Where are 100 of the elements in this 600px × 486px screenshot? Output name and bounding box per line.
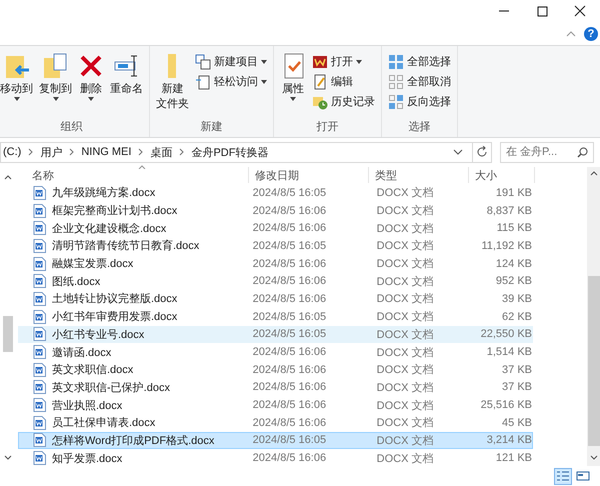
maximize-icon <box>536 6 548 16</box>
ribbon-button[interactable]: 属性 <box>278 50 308 119</box>
table-cell-text: 62 KB <box>501 310 532 323</box>
file-name: 图纸.docx <box>52 274 102 289</box>
ribbon-button[interactable]: 打开 <box>310 52 377 71</box>
search-field[interactable]: 在 金舟P... <box>500 142 594 162</box>
file-name: 英文求职信.docx <box>52 362 134 378</box>
word-document-icon <box>33 186 46 200</box>
breadcrumb[interactable]: NING MEI <box>81 146 132 158</box>
table-cell-text: DOCX 文档 <box>376 256 434 272</box>
scrollbar-thumb[interactable] <box>3 316 13 352</box>
new-folder-button[interactable]: 新建 文件夹 <box>154 50 191 119</box>
scroll-down-icon[interactable] <box>590 455 598 460</box>
scrollbar-thumb[interactable] <box>588 276 600 446</box>
file-row[interactable]: 英文求职信.docx 2024/8/5 16:06 DOCX 文档 37 KB <box>18 360 533 379</box>
file-row[interactable]: 框架完整商业计划书.docx 2024/8/5 16:06 DOCX 文档 8,837 KB <box>18 202 533 220</box>
file-name: 企业文化建设概念.docx <box>52 222 168 236</box>
ribbon-button[interactable]: 新建项目 <box>193 52 269 71</box>
ribbon-button[interactable]: 全部选择 <box>386 52 453 71</box>
table-cell-text: 1,514 KB <box>486 346 532 358</box>
ribbon-button[interactable]: 全部取消 <box>386 72 453 91</box>
word-document-icon <box>33 310 46 324</box>
table-cell-text: DOCX 文档 <box>376 222 434 236</box>
file-row[interactable]: 企业文化建设概念.docx 2024/8/5 16:06 DOCX 文档 115 KB <box>18 219 533 238</box>
breadcrumb[interactable]: 桌面 <box>150 144 172 160</box>
table-cell-text: 25,516 KB <box>480 399 532 412</box>
file-name: 员工社保申请表.docx <box>52 416 156 430</box>
file-row[interactable]: 知乎发票.docx 2024/8/5 16:06 DOCX 文档 121 KB <box>18 449 533 467</box>
file-row[interactable]: 融媒宝发票.docx 2024/8/5 16:06 DOCX 文档 124 KB <box>18 254 533 272</box>
details-view-button[interactable] <box>554 468 572 484</box>
file-name: 清明节踏青传统节日教育.docx <box>52 238 200 254</box>
word-document-icon <box>33 238 46 253</box>
table-cell-text: 2024/8/5 16:05 <box>252 310 328 323</box>
word-document-icon <box>33 292 46 306</box>
table-cell-text: DOCX 文档 <box>376 186 434 200</box>
table-cell-text: DOCX 文档 <box>376 452 434 466</box>
chevron-icon <box>28 148 34 156</box>
delete-icon <box>78 53 104 79</box>
table-cell-text: DOCX 文档 <box>376 238 434 254</box>
column-header[interactable]: 修改日期 <box>249 167 369 183</box>
help-button[interactable]: ? <box>584 26 598 40</box>
scroll-up-icon[interactable] <box>4 175 12 180</box>
breadcrumb[interactable]: (C:) <box>3 146 22 158</box>
ribbon-button[interactable]: 轻松访问 <box>193 72 269 91</box>
column-header[interactable]: 大小 <box>469 167 535 183</box>
chevron-icon <box>179 148 184 156</box>
ribbon-button[interactable]: 重命名 <box>108 50 145 119</box>
table-cell-text: 2024/8/5 16:06 <box>252 292 328 305</box>
ribbon-button[interactable]: 删除 <box>76 50 106 119</box>
new-item-icon <box>195 54 211 70</box>
file-row[interactable]: 九年级跳绳方案.docx 2024/8/5 16:05 DOCX 文档 191 KB <box>18 184 533 202</box>
ribbon-button[interactable]: 编辑 <box>310 72 377 91</box>
table-cell-text: 2024/8/5 16:05 <box>252 186 328 199</box>
file-name: 框架完整商业计划书.docx <box>52 204 178 218</box>
column-header[interactable]: 名称 <box>18 167 249 183</box>
file-row[interactable]: 小红书专业号.docx 2024/8/5 16:05 DOCX 文档 22,550 KB <box>18 326 533 344</box>
table-cell-text: 2024/8/5 16:06 <box>252 222 328 234</box>
breadcrumb[interactable]: 用户 <box>40 144 62 160</box>
file-row[interactable]: 怎样将Word打印成PDF格式.docx 2024/8/5 16:05 DOCX 文档 3,214 KB <box>18 432 533 450</box>
scroll-down-icon[interactable] <box>4 455 12 460</box>
folder-copy-icon <box>42 53 68 79</box>
folder-icon <box>168 53 178 79</box>
column-header[interactable]: 类型 <box>369 167 469 183</box>
app-icon <box>312 54 328 70</box>
ribbon-button[interactable]: 反向选择 <box>386 92 453 111</box>
word-document-icon <box>33 327 46 342</box>
table-cell-text: DOCX 文档 <box>376 310 434 324</box>
scroll-up-icon[interactable] <box>590 171 598 176</box>
group-label: 选择 <box>408 120 432 134</box>
ribbon-button[interactable]: 移动到 <box>0 50 35 119</box>
file-name: 怎样将Word打印成PDF格式.docx <box>52 434 216 448</box>
file-name: 九年级跳绳方案.docx <box>52 186 156 200</box>
ribbon-button[interactable]: 历史记录 <box>310 92 377 111</box>
file-row[interactable]: 小红书年审费用发票.docx 2024/8/5 16:05 DOCX 文档 62 KB <box>18 308 533 326</box>
invert-selection-icon <box>388 94 404 110</box>
file-row[interactable]: 员工社保申请表.docx 2024/8/5 16:06 DOCX 文档 45 KB <box>18 414 533 432</box>
address-bar[interactable]: (C:) 用户 NING MEI 桌面 金舟PDF转换器 <box>0 142 492 162</box>
table-cell-text: 37 KB <box>501 381 532 394</box>
file-row[interactable]: 英文求职信-已保护.docx 2024/8/5 16:06 DOCX 文档 37 KB <box>18 378 533 396</box>
table-cell-text: DOCX 文档 <box>376 380 434 395</box>
file-row[interactable]: 土地转让协议完整版.docx 2024/8/5 16:06 DOCX 文档 39 KB <box>18 290 533 308</box>
table-cell-text: DOCX 文档 <box>376 328 434 342</box>
tiles-view-icon <box>576 470 590 482</box>
breadcrumb[interactable]: 金舟PDF转换器 <box>191 144 268 160</box>
ribbon-button[interactable]: 复制到 <box>37 50 74 119</box>
file-row[interactable]: 清明节踏青传统节日教育.docx 2024/8/5 16:05 DOCX 文档 11,192 KB <box>18 237 533 255</box>
dropdown-icon[interactable] <box>453 149 463 155</box>
group-label: 打开 <box>316 120 340 134</box>
edit-icon <box>312 74 328 90</box>
document-icon <box>195 74 211 90</box>
file-row[interactable]: 营业执照.docx 2024/8/5 16:06 DOCX 文档 25,516 KB <box>18 396 533 414</box>
file-row[interactable]: 图纸.docx 2024/8/5 16:06 DOCX 文档 952 KB <box>18 272 533 290</box>
table-cell-text: DOCX 文档 <box>376 362 434 378</box>
table-cell-text: 2024/8/5 16:06 <box>252 452 328 464</box>
word-document-icon <box>33 433 46 448</box>
close-icon <box>574 5 586 17</box>
select-all-icon <box>388 54 404 70</box>
collapse-icon[interactable] <box>566 30 576 36</box>
file-row[interactable]: 邀请函.docx 2024/8/5 16:06 DOCX 文档 1,514 KB <box>18 343 533 361</box>
table-cell-text: 11,192 KB <box>480 240 532 252</box>
